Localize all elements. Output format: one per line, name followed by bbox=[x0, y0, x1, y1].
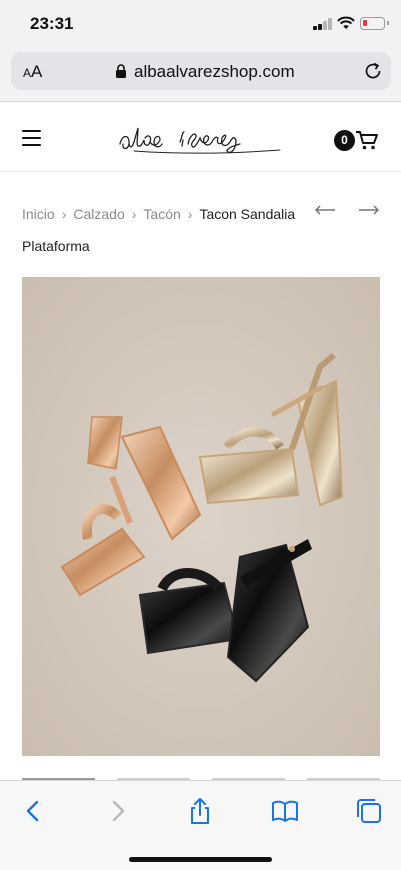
next-product-arrow-icon[interactable] bbox=[358, 204, 380, 216]
breadcrumb-link-calzado[interactable]: Calzado bbox=[73, 206, 124, 222]
logo[interactable] bbox=[116, 120, 282, 158]
back-icon[interactable] bbox=[20, 797, 48, 825]
tabs-icon[interactable] bbox=[355, 797, 383, 825]
breadcrumb-separator: › bbox=[187, 206, 193, 222]
cart-count-badge[interactable]: 0 bbox=[334, 130, 355, 151]
text-size-button[interactable]: AA bbox=[23, 62, 42, 82]
forward-icon[interactable] bbox=[103, 797, 131, 825]
lock-icon bbox=[116, 64, 126, 78]
battery-icon bbox=[360, 17, 389, 30]
status-bar: 23:31 bbox=[0, 0, 401, 48]
site-header: 0 bbox=[0, 102, 401, 172]
signal-icon bbox=[313, 18, 333, 30]
share-icon[interactable] bbox=[186, 797, 214, 825]
previous-product-arrow-icon[interactable] bbox=[314, 204, 336, 216]
status-time: 23:31 bbox=[30, 14, 74, 33]
breadcrumb: Inicio › Calzado › Tacón › Tacon Sandalia Plat… bbox=[22, 198, 312, 262]
browser-address-area: AA albaalvarezshop.com bbox=[0, 48, 401, 102]
breadcrumb-link-inicio[interactable]: Inicio bbox=[22, 206, 55, 222]
cart-icon[interactable] bbox=[355, 129, 379, 151]
breadcrumb-link-tacon[interactable]: Tacón bbox=[143, 206, 180, 222]
bookmarks-icon[interactable] bbox=[271, 797, 299, 825]
reload-icon[interactable] bbox=[363, 61, 383, 81]
breadcrumb-separator: › bbox=[61, 206, 67, 222]
menu-icon[interactable] bbox=[22, 130, 41, 147]
breadcrumb-separator: › bbox=[131, 206, 137, 222]
wifi-icon bbox=[337, 16, 355, 29]
product-photo bbox=[22, 277, 380, 756]
product-image[interactable] bbox=[22, 277, 380, 756]
url-text[interactable]: albaalvarezshop.com bbox=[134, 62, 295, 82]
browser-toolbar bbox=[0, 780, 401, 870]
address-bar[interactable]: AA albaalvarezshop.com bbox=[11, 52, 391, 90]
home-indicator bbox=[129, 857, 272, 862]
